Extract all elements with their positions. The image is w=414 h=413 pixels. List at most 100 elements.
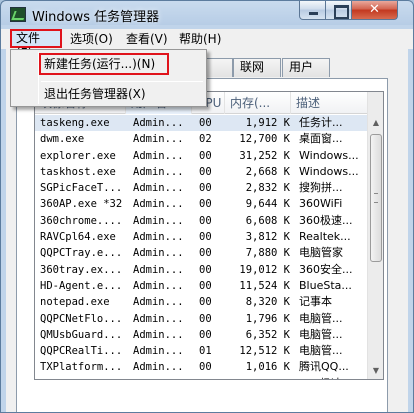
process-user: Admin... <box>133 263 184 276</box>
process-cpu: 00 <box>199 231 212 244</box>
process-cpu: 02 <box>199 133 212 146</box>
process-cpu: 01 <box>199 345 212 358</box>
process-rows: taskeng.exe Admin... 00 1,912 K 任务计... dwm.ex… <box>35 115 369 379</box>
task-manager-window: Windows 任务管理器 ✕ 文件(F) 选项(O) 查看(V) 帮助(H) … <box>0 0 414 413</box>
process-user: Admin... <box>133 247 184 260</box>
process-cpu: 00 <box>199 198 212 211</box>
table-row[interactable]: TXPlatform... Admin... 00 1,016 K 腾讯QQ... <box>35 359 369 375</box>
process-description: 360WiFi <box>299 197 343 211</box>
process-description: 电脑管... <box>299 311 343 325</box>
process-name: SGPicFaceT... <box>40 182 123 195</box>
table-row[interactable]: taskhost.exe Admin... 00 2,668 K Windows... <box>35 164 369 180</box>
table-row[interactable]: HD-Agent.e... Admin... 00 11,524 K BlueSta..… <box>35 278 369 294</box>
scroll-up-arrow-icon[interactable]: ▲ <box>368 115 383 131</box>
process-description: 电脑管... <box>299 344 343 358</box>
table-row[interactable]: QQPCNetFlo... Admin... 00 1,796 K 电脑管... <box>35 311 369 327</box>
process-name: explorer.exe <box>40 149 116 162</box>
tab-users[interactable]: 用户 <box>282 58 330 77</box>
process-description: Windows... <box>299 164 359 178</box>
process-memory: 9,644 K <box>245 198 290 211</box>
table-row[interactable]: QMUsbGuard... Admin... 00 6,352 K 电脑管... <box>35 327 369 343</box>
process-memory: 6,608 K <box>245 214 290 227</box>
file-menu-dropdown: 新建任务(运行...)(N) 退出任务管理器(X) <box>10 49 207 107</box>
process-user: Admin... <box>133 117 184 129</box>
table-row[interactable]: QQPCRealTi... Admin... 01 12,512 K 电脑管... <box>35 343 369 359</box>
process-memory: 12,700 K <box>239 133 290 146</box>
table-row[interactable]: 360chrome.... Admin... 00 10,720 K 360极速... <box>35 376 369 379</box>
process-user: Admin... <box>133 312 184 325</box>
table-row[interactable]: taskeng.exe Admin... 00 1,912 K 任务计... <box>35 115 369 132</box>
process-description: 记事本 <box>299 295 332 309</box>
menu-bar: 文件(F) 选项(O) 查看(V) 帮助(H) <box>1 29 413 60</box>
menu-view[interactable]: 查看(V) <box>122 31 172 48</box>
process-memory: 2,832 K <box>245 182 290 195</box>
process-list[interactable]: 映像名称 用户名 CPU 内存(... 描述 taskeng.exeAdmin.… <box>34 91 384 380</box>
process-memory: 8,320 K <box>245 296 290 309</box>
process-description: 腾讯QQ... <box>299 360 349 374</box>
process-memory: 2,668 K <box>245 165 290 178</box>
title-bar[interactable]: Windows 任务管理器 ✕ <box>1 1 413 29</box>
process-name: taskeng.exe <box>40 117 110 129</box>
table-row[interactable]: 360tray.ex... Admin... 00 19,012 K 360安全... <box>35 262 369 278</box>
menu-file[interactable]: 文件(F) <box>10 29 62 60</box>
process-memory: 3,812 K <box>245 231 290 244</box>
menu-item-exit[interactable]: 退出任务管理器(X) <box>13 83 204 105</box>
process-description: 任务计... <box>299 116 343 129</box>
process-user: Admin... <box>133 345 184 358</box>
process-name: QQPCNetFlo... <box>40 312 123 325</box>
process-name: dwm.exe <box>40 133 85 146</box>
menu-item-new-task[interactable]: 新建任务(运行...)(N) <box>13 53 204 75</box>
process-cpu: 00 <box>199 149 212 162</box>
process-cpu: 00 <box>199 214 212 227</box>
scroll-thumb[interactable] <box>370 134 382 262</box>
process-name: TXPlatform... <box>40 361 123 374</box>
column-memory[interactable]: 内存(... <box>225 92 291 114</box>
process-name: QMUsbGuard... <box>40 328 123 341</box>
process-user: Admin... <box>133 361 184 374</box>
window-title: Windows 任务管理器 <box>32 10 160 25</box>
process-user: Admin... <box>133 149 184 162</box>
table-row[interactable]: SGPicFaceT... Admin... 00 2,832 K 搜狗拼... <box>35 180 369 196</box>
process-cpu: 00 <box>199 263 212 276</box>
close-button[interactable]: ✕ <box>351 1 398 20</box>
scroll-down-arrow-icon[interactable]: ▼ <box>368 363 383 379</box>
process-memory: 12,512 K <box>239 345 290 358</box>
process-memory: 6,352 K <box>245 328 290 341</box>
process-name: 360tray.ex... <box>40 263 123 276</box>
process-memory: 1,796 K <box>245 312 290 325</box>
process-description: 电脑管家 <box>299 246 343 260</box>
process-description: 360极速... <box>299 376 369 379</box>
process-description: 360安全... <box>299 262 353 276</box>
process-name: 360chrome.... <box>40 214 123 227</box>
menu-options[interactable]: 选项(O) <box>66 31 117 48</box>
process-cpu: 00 <box>199 296 212 309</box>
process-description: BlueSta... <box>299 278 352 292</box>
table-row[interactable]: dwm.exe Admin... 02 12,700 K 桌面窗... <box>35 131 369 147</box>
table-row[interactable]: explorer.exe Admin... 00 31,252 K Windows... <box>35 148 369 164</box>
vertical-scrollbar[interactable]: ▲ ▼ <box>367 92 383 379</box>
process-user: Admin... <box>133 198 184 211</box>
task-manager-icon <box>10 7 26 22</box>
process-name: notepad.exe <box>40 296 110 309</box>
minimize-button[interactable] <box>299 1 326 20</box>
maximize-button[interactable] <box>325 1 352 20</box>
process-cpu: 00 <box>199 117 212 129</box>
process-cpu: 00 <box>199 376 223 379</box>
menu-separator <box>41 81 203 82</box>
table-row[interactable]: 360AP.exe *32 Admin... 00 9,644 K 360WiFi <box>35 196 369 212</box>
process-user: Admin... <box>133 279 184 292</box>
process-user: Admin... <box>133 182 184 195</box>
process-cpu: 00 <box>199 328 212 341</box>
column-description[interactable]: 描述 <box>291 92 369 114</box>
tab-networking[interactable]: 联网 <box>233 58 281 77</box>
process-description: Realtek... <box>299 230 351 244</box>
process-user: Admin... <box>133 231 184 244</box>
table-row[interactable]: QQPCTray.e... Admin... 00 7,880 K 电脑管家 <box>35 245 369 261</box>
process-name: RAVCpl64.exe <box>40 231 116 244</box>
table-row[interactable]: notepad.exe Admin... 00 8,320 K 记事本 <box>35 294 369 310</box>
table-row[interactable]: RAVCpl64.exe Admin... 00 3,812 K Realtek... <box>35 229 369 245</box>
process-name: QQPCRealTi... <box>40 345 123 358</box>
menu-help[interactable]: 帮助(H) <box>175 31 225 48</box>
table-row[interactable]: 360chrome.... Admin... 00 6,608 K 360极速... <box>35 213 369 229</box>
process-cpu: 00 <box>199 361 212 374</box>
